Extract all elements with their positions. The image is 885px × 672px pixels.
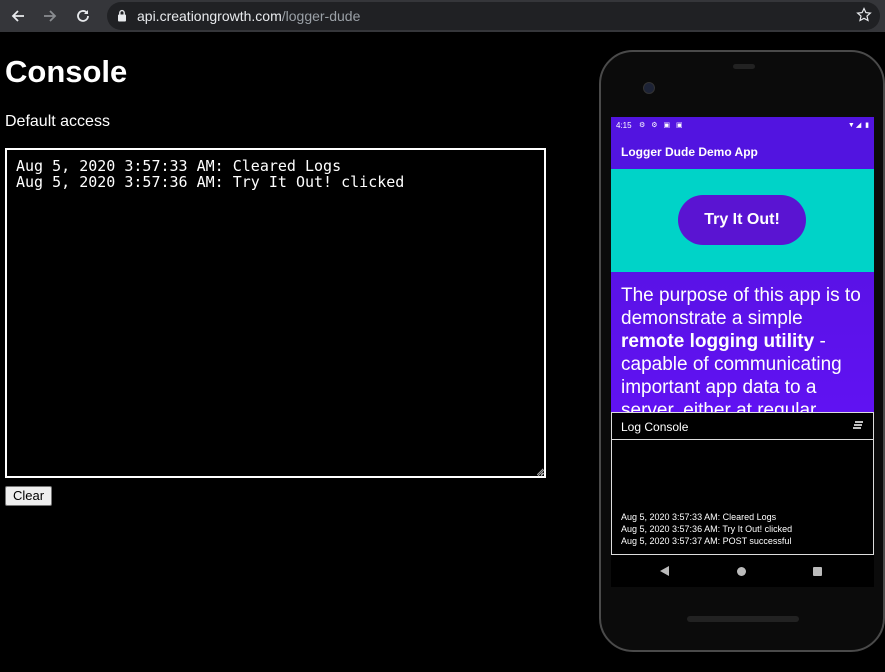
access-level-text: Default access	[5, 113, 110, 130]
button-section: Try It Out!	[611, 169, 874, 272]
log-console-header: Log Console	[612, 413, 873, 440]
log-lines: Aug 5, 2020 3:57:33 AM: Cleared Logs Aug…	[621, 511, 792, 547]
status-bar: 4:15 ⚙ ⚙ ▣ ▣ ▼◢ ▮	[611, 117, 874, 135]
try-it-out-button[interactable]: Try It Out!	[678, 195, 806, 245]
app-bar: Logger Dude Demo App	[611, 135, 874, 169]
log-line: Aug 5, 2020 3:57:36 AM: Try It Out! clic…	[621, 524, 793, 534]
forward-button[interactable]	[38, 4, 62, 28]
reload-icon	[77, 10, 89, 22]
phone-bottom-speaker	[687, 616, 799, 622]
url-path: /logger-dude	[281, 8, 361, 24]
phone-screen: 4:15 ⚙ ⚙ ▣ ▣ ▼◢ ▮ Logger Dude Demo App T…	[611, 117, 874, 587]
reload-button[interactable]	[71, 4, 95, 28]
resize-grip-icon[interactable]	[537, 469, 545, 477]
menu-icon[interactable]	[853, 421, 863, 429]
notification-icons: ⚙ ⚙ ▣ ▣	[639, 122, 685, 129]
forward-arrow-icon	[44, 10, 57, 22]
log-console-panel: Log Console Aug 5, 2020 3:57:33 AM: Clea…	[611, 412, 874, 555]
address-bar[interactable]: api.creationgrowth.com/logger-dude	[107, 2, 880, 30]
log-line: Aug 5, 2020 3:57:33 AM: Cleared Logs	[621, 512, 777, 522]
recents-square-icon[interactable]	[813, 567, 822, 576]
purpose-text-bold: remote logging utility	[621, 331, 815, 352]
url-host: api.creationgrowth.com	[137, 8, 282, 24]
back-arrow-icon	[11, 10, 24, 22]
browser-toolbar: api.creationgrowth.com/logger-dude	[0, 0, 885, 32]
bookmark-star-icon[interactable]	[856, 7, 872, 23]
log-line: Aug 5, 2020 3:57:37 AM: POST successful	[621, 536, 792, 546]
phone-camera	[643, 82, 655, 94]
phone-speaker	[733, 64, 755, 69]
page-title: Console	[5, 54, 128, 89]
back-button[interactable]	[6, 4, 30, 28]
lock-icon	[118, 9, 126, 22]
battery-wifi-icon: ▼◢ ▮	[847, 122, 870, 129]
log-textarea[interactable]: Aug 5, 2020 3:57:33 AM: Cleared Logs Aug…	[5, 148, 546, 478]
purpose-text: The purpose of this app is to demonstrat…	[621, 284, 869, 412]
home-circle-icon[interactable]	[737, 567, 746, 576]
purpose-text-start: The purpose of this app is to demonstrat…	[621, 285, 861, 329]
description-section[interactable]: The purpose of this app is to demonstrat…	[611, 272, 874, 412]
url-text: api.creationgrowth.com/logger-dude	[137, 8, 360, 24]
phone-mockup: 4:15 ⚙ ⚙ ▣ ▣ ▼◢ ▮ Logger Dude Demo App T…	[599, 50, 885, 652]
status-time: 4:15	[616, 121, 632, 130]
log-console-title: Log Console	[621, 420, 689, 434]
app-title: Logger Dude Demo App	[621, 145, 758, 159]
back-triangle-icon[interactable]	[660, 566, 670, 576]
android-nav-bar	[611, 555, 874, 587]
clear-button[interactable]: Clear	[5, 486, 53, 506]
